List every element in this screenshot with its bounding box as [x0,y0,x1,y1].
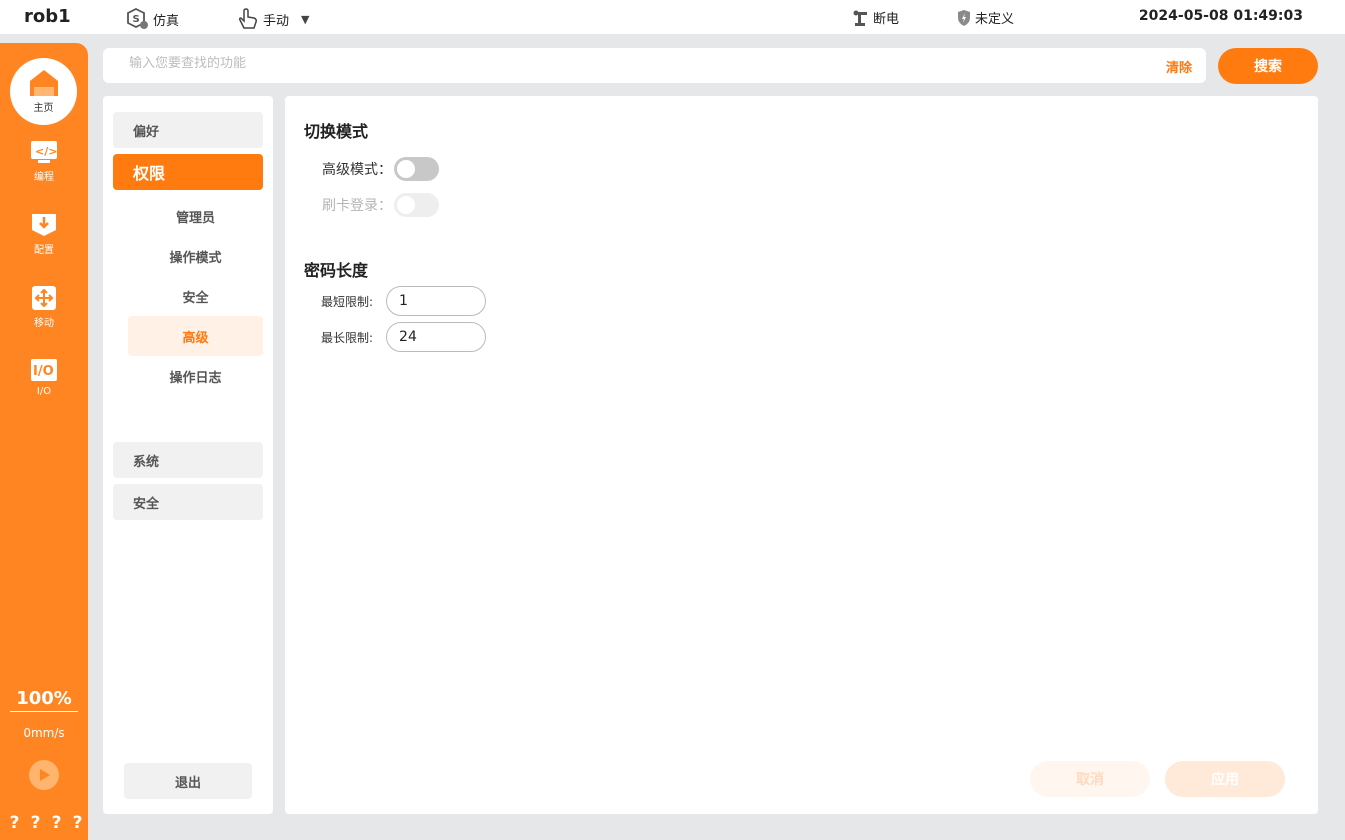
robot-name[interactable]: rob1 [24,6,71,27]
menu-item-security[interactable]: 安全 [128,276,263,316]
simulation-label: 仿真 [153,13,180,29]
menu-item-operation-log[interactable]: 操作日志 [128,356,263,396]
simulation-indicator[interactable]: S 仿真 [126,8,179,30]
play-button[interactable] [29,760,59,790]
min-length-input[interactable] [386,286,487,316]
menu-group-safety[interactable]: 安全 [113,484,263,520]
speed-value: 0mm/s [23,726,65,740]
card-login-label: 刷卡登录： [322,198,392,214]
nav-item-io[interactable]: I/O I/O [0,358,88,397]
speed-percent[interactable]: 100% [10,688,78,712]
mode-selector[interactable]: 手动 ▼ [236,8,309,30]
svg-text:S: S [133,14,140,25]
search-box: 清除 [103,48,1206,83]
nav-label-programming: 编程 [34,172,54,183]
apply-button[interactable]: 应用 [1165,761,1285,797]
config-icon [30,213,58,237]
max-length-label: 最长限制: [321,330,374,345]
power-status[interactable]: 断电 [852,8,899,27]
card-login-row: 刷卡登录： [322,193,439,217]
settings-menu: 偏好 权限 管理员 操作模式 安全 高级 操作日志 系统 安全 退出 [103,96,273,814]
status-indicator: ? [9,813,20,833]
menu-group-preferences[interactable]: 偏好 [113,112,263,148]
search-input[interactable] [129,56,1029,71]
clear-button[interactable]: 清除 [1166,57,1192,76]
status-indicator: ? [72,813,83,833]
move-icon [30,286,58,310]
logout-button[interactable]: 退出 [124,763,252,799]
max-length-input[interactable] [386,322,487,352]
password-length-title: 密码长度 [304,261,369,280]
safety-status[interactable]: 未定义 [956,8,1014,27]
advanced-settings-panel: 切换模式 高级模式： 刷卡登录： 密码长度 最短限制: 最长限制: 取消 应用 [285,96,1318,814]
max-length-row: 最长限制: [321,322,487,352]
home-button[interactable]: 主页 [10,58,77,125]
svg-text:I/O: I/O [33,364,54,379]
card-login-toggle[interactable] [394,193,439,217]
robot-arm-icon [853,10,867,26]
search-button[interactable]: 搜索 [1218,48,1318,84]
svg-text:</>: </> [35,145,57,158]
nav-label-io: I/O [36,386,52,397]
home-icon [29,70,58,96]
chevron-down-icon: ▼ [301,12,310,26]
switch-mode-title: 切换模式 [304,122,369,141]
cancel-button[interactable]: 取消 [1030,761,1150,797]
home-label: 主页 [33,103,54,114]
menu-item-admin[interactable]: 管理员 [128,196,263,236]
nav-label-move: 移动 [34,318,54,329]
nav-item-config[interactable]: 配置 [0,213,88,256]
power-label: 断电 [873,12,900,27]
safety-label: 未定义 [975,12,1015,27]
hand-icon [238,8,257,29]
status-indicators: ? ? ? ? [4,813,88,833]
simulation-icon: S [127,8,148,29]
advanced-mode-row: 高级模式： [322,157,439,181]
menu-item-advanced[interactable]: 高级 [128,316,263,356]
shield-icon [958,9,970,26]
status-indicator: ? [51,813,62,833]
io-icon: I/O [30,358,58,382]
code-icon: </> [30,140,58,164]
mode-label: 手动 [263,13,290,29]
min-length-row: 最短限制: [321,286,487,316]
advanced-mode-toggle[interactable] [394,157,439,181]
nav-item-programming[interactable]: </> 编程 [0,140,88,183]
menu-group-permissions[interactable]: 权限 [113,154,263,190]
main-nav-rail: 主页 </> 编程 配置 移动 I/O I/O 100% 0mm/s ? ? ?… [0,43,88,840]
nav-label-config: 配置 [34,245,54,256]
advanced-mode-label: 高级模式： [322,162,392,178]
nav-item-move[interactable]: 移动 [0,286,88,329]
menu-group-system[interactable]: 系统 [113,442,263,478]
status-indicator: ? [30,813,41,833]
top-bar: rob1 S 仿真 手动 ▼ 断电 未定义 2024-05-08 01:49:0 [0,0,1345,34]
datetime: 2024-05-08 01:49:03 [1138,8,1303,24]
play-icon [40,769,50,781]
min-length-label: 最短限制: [321,294,374,309]
menu-item-operation-mode[interactable]: 操作模式 [128,236,263,276]
